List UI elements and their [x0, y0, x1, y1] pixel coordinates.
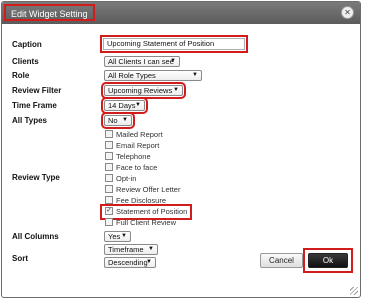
all-types-select[interactable]: No ▼	[101, 112, 135, 129]
chevron-down-icon: ▼	[122, 117, 128, 123]
review-type-option-label: Opt-in	[116, 174, 137, 183]
review-type-option-label: Full Client Review	[116, 218, 177, 227]
review-type-option[interactable]: Opt-in	[105, 174, 136, 184]
review-type-option-label: Fee Disclosure	[116, 196, 167, 205]
chevron-down-icon: ▼	[192, 72, 198, 78]
clients-select-value: All Clients I can see	[108, 57, 174, 66]
sort-by-select[interactable]: Timeframe ▼	[104, 244, 158, 255]
chevron-down-icon: ▼	[170, 58, 176, 64]
checkbox[interactable]	[105, 141, 113, 150]
review-type-option[interactable]: Fee Disclosure	[105, 196, 166, 206]
review-type-option-label: Telephone	[116, 152, 151, 161]
review-type-option[interactable]: Telephone	[105, 152, 151, 162]
time-frame-label: Time Frame	[12, 101, 57, 110]
ok-button[interactable]: Ok	[308, 253, 348, 268]
review-type-option[interactable]: Review Offer Letter	[105, 185, 180, 195]
review-type-option-label: Statement of Position	[116, 207, 188, 216]
edit-widget-dialog: Edit Widget Setting ✕ Caption Upcoming S…	[1, 1, 361, 298]
sort-order-select-value: Descending	[108, 258, 148, 267]
all-columns-select[interactable]: Yes ▼	[104, 231, 131, 242]
review-type-option[interactable]: Email Report	[105, 141, 159, 151]
time-frame-select-value: 14 Days	[108, 101, 136, 110]
role-select[interactable]: All Role Types ▼	[104, 70, 202, 81]
chevron-down-icon: ▼	[121, 233, 127, 239]
clients-select[interactable]: All Clients I can see ▼	[104, 56, 180, 67]
role-label: Role	[12, 71, 30, 80]
review-type-option-label: Mailed Report	[116, 130, 163, 139]
resize-grip-icon[interactable]	[350, 287, 358, 295]
sort-order-select[interactable]: Descending ▼	[104, 257, 156, 268]
chevron-down-icon: ▼	[135, 102, 141, 108]
all-columns-label: All Columns	[12, 232, 59, 241]
close-icon[interactable]: ✕	[341, 6, 354, 19]
role-select-value: All Role Types	[108, 71, 156, 80]
checkbox[interactable]	[105, 163, 113, 172]
dialog-titlebar: Edit Widget Setting ✕	[2, 2, 360, 24]
all-columns-select-value: Yes	[108, 232, 121, 241]
all-types-select-value: No	[108, 116, 118, 125]
checkbox[interactable]	[105, 218, 113, 227]
checkbox[interactable]	[105, 174, 113, 183]
time-frame-select[interactable]: 14 Days ▼	[101, 97, 148, 114]
checkbox[interactable]	[105, 152, 113, 161]
caption-input[interactable]: Upcoming Statement of Position	[100, 35, 248, 53]
review-type-option-label: Review Offer Letter	[116, 185, 181, 194]
review-type-label: Review Type	[12, 173, 60, 182]
chevron-down-icon: ▼	[148, 246, 154, 252]
checkbox[interactable]	[105, 130, 113, 139]
review-type-option-selected[interactable]: ✓ Statement of Position	[99, 204, 193, 220]
review-filter-select[interactable]: Upcoming Reviews ▼	[101, 82, 186, 99]
chevron-down-icon: ▼	[146, 259, 152, 265]
dialog-title: Edit Widget Setting	[4, 4, 95, 21]
sort-by-select-value: Timeframe	[108, 245, 144, 254]
chevron-down-icon: ▼	[173, 87, 179, 93]
review-type-option[interactable]: Face to face	[105, 163, 157, 173]
review-type-option-label: Face to face	[116, 163, 158, 172]
cancel-button[interactable]: Cancel	[260, 253, 303, 268]
checkbox[interactable]	[105, 196, 113, 205]
sort-label: Sort	[12, 254, 28, 263]
checkmark-icon[interactable]: ✓	[105, 207, 113, 216]
checkbox[interactable]	[105, 185, 113, 194]
review-filter-label: Review Filter	[12, 86, 62, 95]
review-type-option-label: Email Report	[116, 141, 160, 150]
review-type-option[interactable]: Full Client Review	[105, 218, 176, 228]
all-types-label: All Types	[12, 116, 47, 125]
review-filter-select-value: Upcoming Reviews	[108, 86, 173, 95]
review-type-option[interactable]: Mailed Report	[105, 130, 163, 140]
caption-label: Caption	[12, 40, 42, 49]
clients-label: Clients	[12, 57, 39, 66]
